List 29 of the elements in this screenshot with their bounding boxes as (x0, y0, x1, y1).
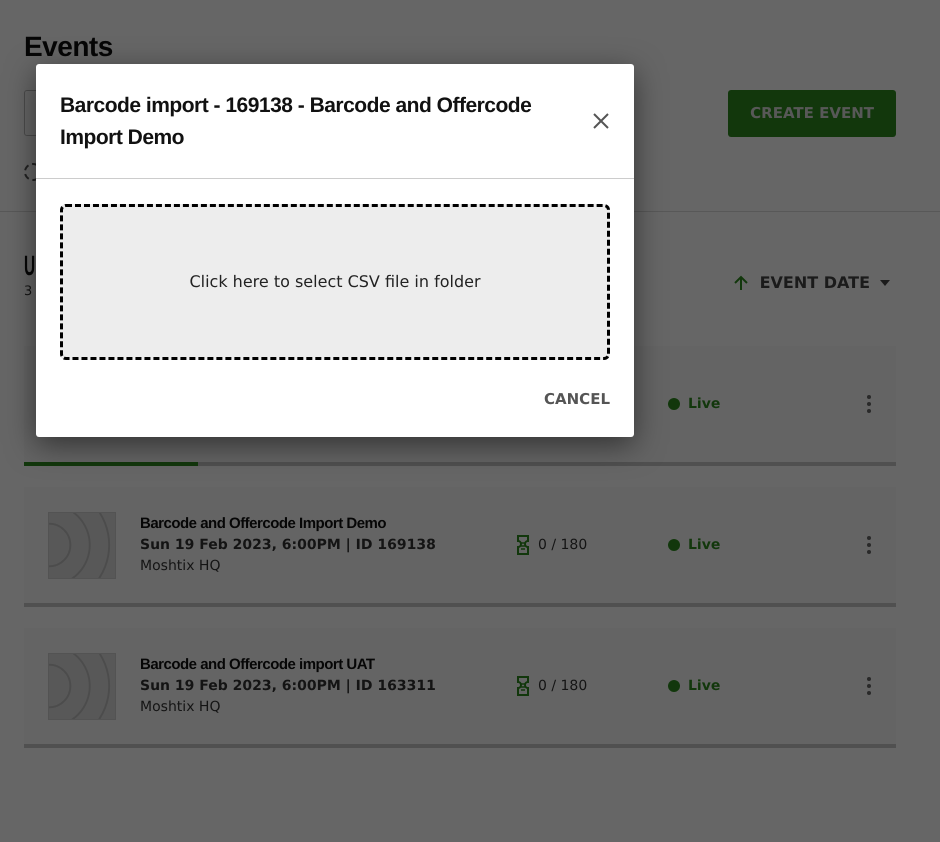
event-date: Sun 19 Feb 2023, 6:00PM | ID 169138 (140, 536, 437, 556)
event-status: Live (688, 394, 720, 414)
section-heading: U (24, 252, 35, 280)
event-venue: Moshtix HQ (140, 698, 222, 718)
event-date: Sun 19 Feb 2023, 6:00PM | ID 163311 (140, 677, 437, 696)
ticket-count: 0 / 180 (538, 536, 588, 554)
sort-button[interactable]: EVENT DATE (726, 270, 896, 296)
modal-title: Barcode import - 169138 - Barcode and Offercode Import Demo (60, 93, 532, 151)
status-dot (668, 398, 680, 410)
placeholder-image (48, 512, 116, 578)
arrow-up-icon (732, 274, 750, 292)
more-icon[interactable] (866, 535, 872, 555)
event-title[interactable]: Barcode and Offercode import UAT (140, 654, 516, 676)
file-dropzone[interactable]: Click here to select CSV file in folder (60, 204, 610, 360)
create-event-button[interactable]: CREATE EVENT (728, 90, 896, 136)
event-status: Live (688, 676, 720, 696)
placeholder-image (48, 652, 116, 720)
page-title: Events (24, 30, 114, 64)
event-venue: Moshtix HQ (140, 557, 222, 576)
more-icon[interactable] (866, 676, 872, 696)
cancel-button[interactable]: CANCEL (544, 384, 610, 414)
caret-icon (880, 280, 890, 286)
status-dot (668, 539, 680, 551)
more-icon[interactable] (866, 394, 872, 414)
ticket-count: 0 / 180 (538, 676, 588, 696)
event-count: 3 (24, 283, 34, 301)
event-status: Live (688, 536, 720, 554)
status-dot (668, 680, 680, 692)
event-title[interactable]: Barcode and Offercode Import Demo (140, 512, 516, 536)
